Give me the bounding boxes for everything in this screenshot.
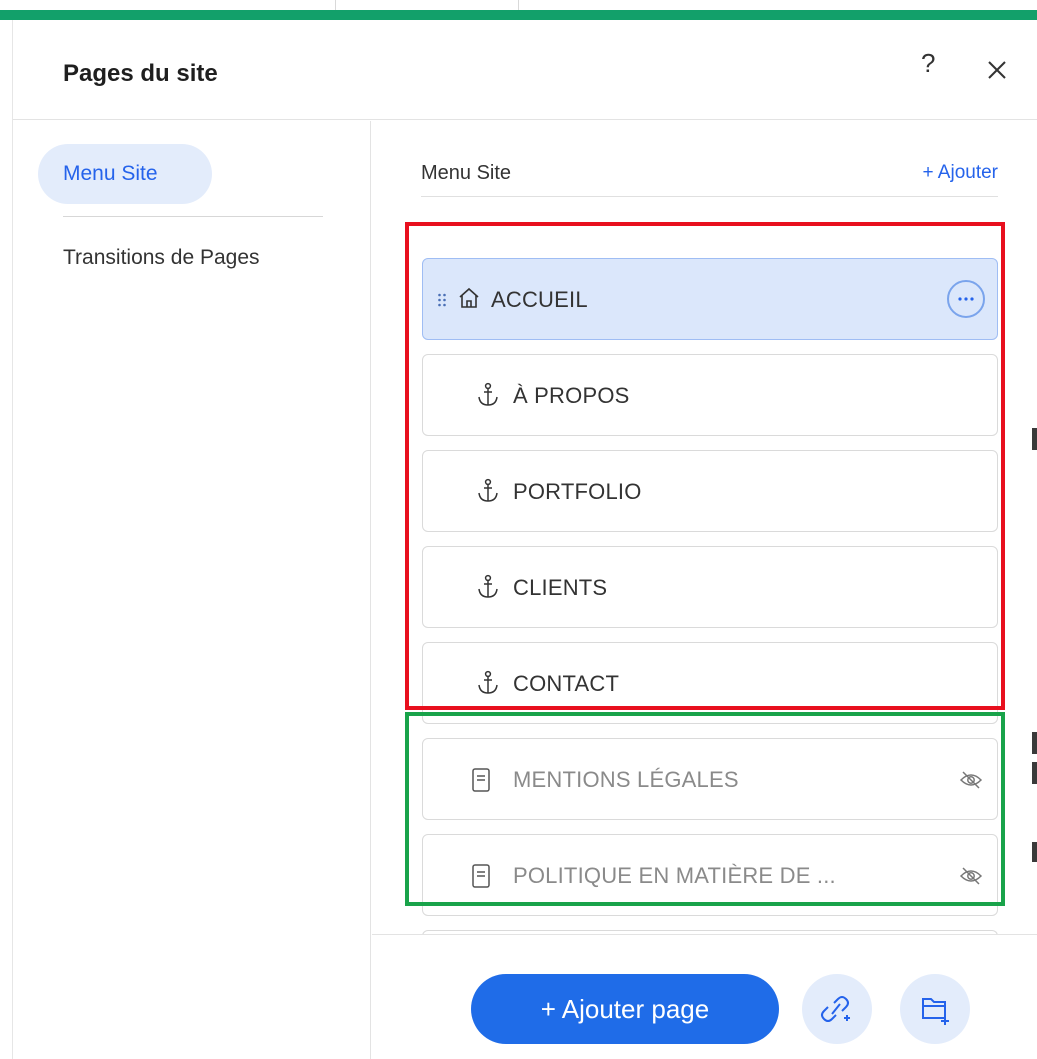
edge-mark — [1032, 732, 1037, 754]
anchor-icon — [478, 670, 498, 694]
hidden-eye-icon[interactable] — [959, 769, 983, 791]
page-item-label: ACCUEIL — [491, 287, 588, 312]
help-icon[interactable]: ? — [921, 50, 935, 76]
edge-mark — [1032, 842, 1037, 862]
section-divider — [421, 196, 998, 197]
top-strip — [0, 0, 1037, 10]
top-strip-divider — [518, 0, 519, 10]
anchor-icon — [478, 574, 498, 598]
add-link-button[interactable] — [802, 974, 872, 1044]
sidebar-divider — [63, 216, 323, 217]
anchor-icon — [478, 382, 498, 406]
panel-header: Pages du site ? — [13, 20, 1037, 120]
home-icon — [459, 287, 479, 308]
page-item-mentions-legales[interactable]: MENTIONS LÉGALES — [422, 738, 998, 820]
add-menu-item-link[interactable]: + Ajouter — [922, 162, 998, 184]
page-item-accueil[interactable]: ACCUEIL — [422, 258, 998, 340]
sidebar-item-page-transitions[interactable]: Transitions de Pages — [63, 246, 260, 270]
sidebar: Menu Site Transitions de Pages — [13, 121, 371, 1059]
add-page-button[interactable]: + Ajouter page — [471, 974, 779, 1044]
drag-handle-icon[interactable] — [437, 293, 447, 307]
folder-plus-icon — [922, 998, 949, 1025]
sidebar-item-menu-site[interactable]: Menu Site — [38, 144, 212, 204]
page-item-label: MENTIONS LÉGALES — [513, 767, 739, 792]
anchor-icon — [478, 478, 498, 502]
page-icon — [472, 768, 490, 792]
page-item-contact[interactable]: CONTACT — [422, 642, 998, 724]
edge-mark — [1032, 428, 1037, 450]
page-item-label: POLITIQUE EN MATIÈRE DE ... — [513, 863, 836, 888]
top-strip-divider — [335, 0, 336, 10]
page-item-politique[interactable]: POLITIQUE EN MATIÈRE DE ... — [422, 834, 998, 916]
top-accent-bar — [0, 10, 1037, 20]
page-item-a-propos[interactable]: À PROPOS — [422, 354, 998, 436]
edge-mark — [1032, 762, 1037, 784]
more-options-button[interactable] — [947, 280, 985, 318]
link-plus-icon — [821, 996, 850, 1022]
page-item-portfolio[interactable]: PORTFOLIO — [422, 450, 998, 532]
page-item-label: CONTACT — [513, 671, 620, 696]
more-icon — [958, 297, 974, 301]
add-folder-button[interactable] — [900, 974, 970, 1044]
page-item-label: PORTFOLIO — [513, 479, 642, 504]
site-pages-panel: Pages du site ? Menu Site Transitions de… — [12, 20, 1037, 1059]
panel-footer: + Ajouter page — [372, 934, 1037, 1058]
page-item-label: À PROPOS — [513, 383, 630, 408]
menu-content: Menu Site + Ajouter ACCUEIL À PROPOS POR… — [372, 121, 1037, 1059]
page-item-label: CLIENTS — [513, 575, 608, 600]
page-icon — [472, 864, 490, 888]
right-edge-marks — [1032, 0, 1037, 1059]
hidden-eye-icon[interactable] — [959, 865, 983, 887]
section-title: Menu Site — [421, 162, 512, 184]
panel-title: Pages du site — [63, 60, 218, 87]
page-item-clients[interactable]: CLIENTS — [422, 546, 998, 628]
close-icon[interactable] — [985, 58, 1009, 82]
